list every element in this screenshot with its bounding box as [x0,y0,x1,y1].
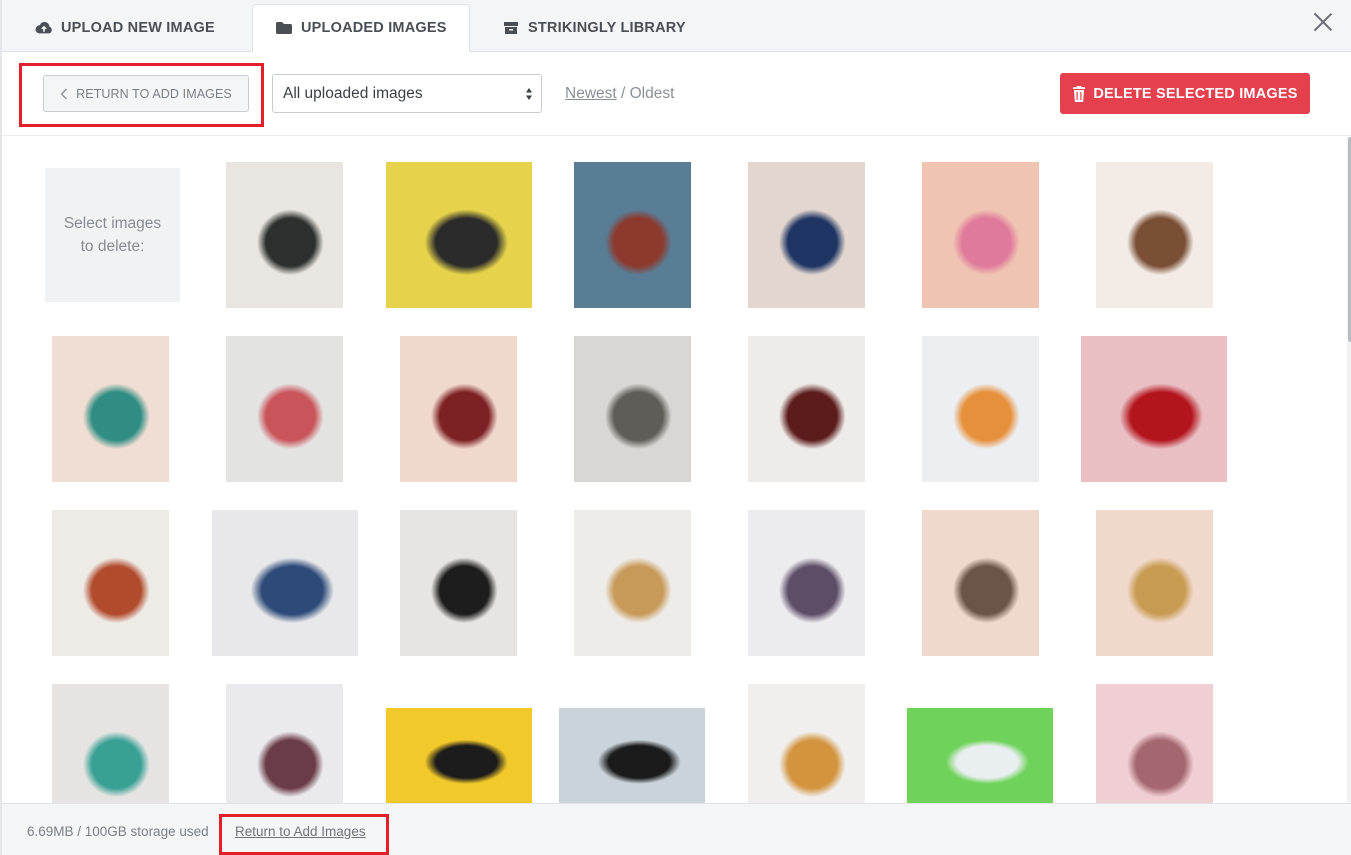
tab-label: UPLOADED IMAGES [301,20,447,36]
thumbnail-photo [1096,684,1213,803]
thumbnail-photo [226,684,343,803]
image-grid: Select images to delete: [2,137,1347,803]
tab-bar: UPLOAD NEW IMAGE UPLOADED IMAGES STRIKIN… [2,0,1351,52]
image-thumbnail[interactable] [748,162,865,308]
thumbnail-photo [52,684,169,803]
image-manager-modal: UPLOAD NEW IMAGE UPLOADED IMAGES STRIKIN… [0,0,1351,855]
thumbnail-photo [226,336,343,482]
delete-button-label: DELETE SELECTED IMAGES [1093,85,1298,102]
thumbnail-photo [748,336,865,482]
thumbnail-photo [1081,336,1227,482]
image-thumbnail[interactable] [1096,684,1213,803]
sort-separator: / [616,85,630,102]
tab-upload-new-image[interactable]: UPLOAD NEW IMAGE [35,4,215,52]
image-thumbnail[interactable] [52,684,169,803]
return-to-add-images-button[interactable]: RETURN TO ADD IMAGES [43,75,249,112]
image-thumbnail[interactable] [226,684,343,803]
thumbnail-photo [1096,162,1213,308]
image-thumbnail[interactable] [52,336,169,482]
thumbnail-photo [574,162,691,308]
image-thumbnail[interactable] [748,336,865,482]
filter-selected-value: All uploaded images [283,84,423,102]
trash-icon [1073,85,1086,102]
sort-newest-link[interactable]: Newest [565,85,617,102]
image-thumbnail[interactable] [922,336,1039,482]
thumbnail-photo [400,510,517,656]
archive-icon [504,22,518,34]
image-thumbnail[interactable] [748,684,865,803]
image-thumbnail[interactable] [559,708,705,803]
thumbnail-photo [212,510,358,656]
sort-oldest-link[interactable]: Oldest [630,85,675,102]
thumbnail-photo [922,162,1039,308]
image-thumbnail[interactable] [1081,336,1227,482]
image-thumbnail[interactable] [386,708,532,803]
thumbnail-photo [907,708,1053,803]
tab-strikingly-library[interactable]: STRIKINGLY LIBRARY [502,4,686,52]
close-icon[interactable] [1313,12,1333,32]
thumbnail-photo [52,510,169,656]
thumbnail-photo [922,510,1039,656]
select-arrows-icon [526,88,532,100]
thumbnail-photo [574,510,691,656]
footer: 6.69MB / 100GB storage used Return to Ad… [2,803,1351,855]
thumbnail-photo [574,336,691,482]
image-thumbnail[interactable] [922,162,1039,308]
thumbnail-photo [559,708,705,803]
image-thumbnail[interactable] [1096,510,1213,656]
image-thumbnail[interactable] [922,510,1039,656]
thumbnail-photo [748,162,865,308]
tab-label: UPLOAD NEW IMAGE [61,20,215,36]
thumbnail-photo [748,684,865,803]
thumbnail-photo [400,336,517,482]
image-thumbnail[interactable] [212,510,358,656]
cloud-upload-icon [35,21,52,34]
thumbnail-photo [226,162,343,308]
folder-icon [276,22,292,34]
image-thumbnail[interactable] [400,336,517,482]
select-images-message: Select images to delete: [45,168,180,302]
image-thumbnail[interactable] [386,162,532,308]
toolbar: RETURN TO ADD IMAGES All uploaded images… [2,52,1351,136]
return-button-label: RETURN TO ADD IMAGES [76,86,232,101]
tab-label: STRIKINGLY LIBRARY [528,20,686,36]
thumbnail-photo [386,162,532,308]
thumbnail-photo [52,336,169,482]
image-thumbnail[interactable] [574,510,691,656]
thumbnail-photo [1096,510,1213,656]
image-thumbnail[interactable] [748,510,865,656]
image-thumbnail[interactable] [52,510,169,656]
image-thumbnail[interactable] [574,336,691,482]
thumbnail-photo [386,708,532,803]
image-thumbnail[interactable] [400,510,517,656]
image-thumbnail[interactable] [226,336,343,482]
scrollbar[interactable] [1347,137,1351,803]
image-filter-select[interactable]: All uploaded images [272,74,542,113]
tab-uploaded-images[interactable]: UPLOADED IMAGES [252,4,470,52]
delete-selected-images-button[interactable]: DELETE SELECTED IMAGES [1060,73,1310,114]
thumbnail-photo [922,336,1039,482]
return-to-add-images-link[interactable]: Return to Add Images [235,824,366,839]
sort-control: Newest / Oldest [565,85,674,103]
image-thumbnail[interactable] [1096,162,1213,308]
storage-usage-text: 6.69MB / 100GB storage used [27,824,209,839]
image-thumbnail[interactable] [907,708,1053,803]
image-thumbnail[interactable] [226,162,343,308]
image-thumbnail[interactable] [574,162,691,308]
thumbnail-photo [748,510,865,656]
chevron-left-icon [60,88,68,99]
